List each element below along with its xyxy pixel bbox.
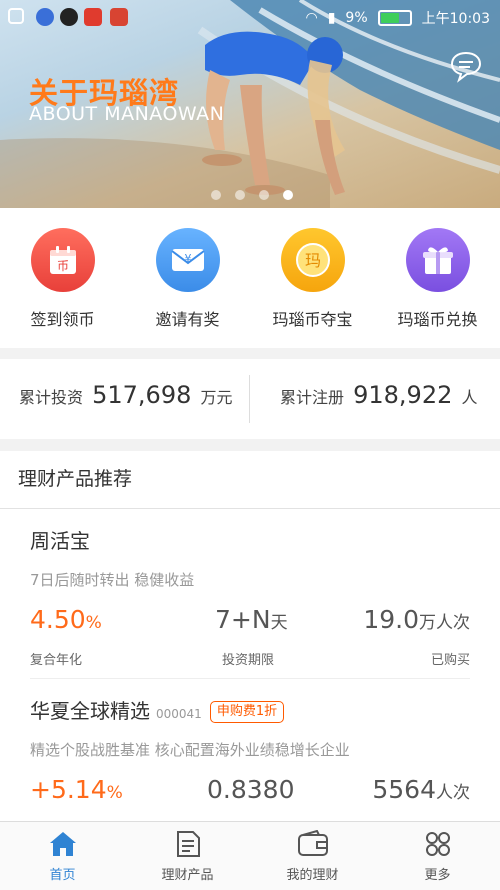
buyers-unit: 万人次: [419, 613, 470, 633]
signal-icon: ▮: [327, 10, 336, 26]
battery-percent: 9%: [345, 10, 368, 26]
grid-icon: [425, 832, 450, 856]
quick-action-label: 玛瑙币兑换: [397, 310, 478, 329]
tab-my-finance[interactable]: 我的理财: [250, 830, 375, 883]
product-rate: +5.14%: [30, 775, 123, 804]
banner-subtitle: ABOUT MANAOWAN: [29, 103, 225, 125]
document-icon: [176, 831, 200, 857]
rate-unit: %: [85, 613, 102, 633]
product-buyers: 5564人次: [372, 775, 470, 804]
term-value: 7+N: [215, 605, 271, 634]
carousel-dot-active[interactable]: [283, 190, 293, 200]
bottom-nav: 首页 理财产品 我的理财 更多: [0, 821, 500, 890]
product-buyers: 19.0万人次: [363, 605, 470, 634]
tab-label: 更多: [424, 868, 451, 883]
term-unit: 天: [270, 613, 288, 633]
coin-icon: 玛: [280, 228, 345, 292]
stat-value: 918,922: [353, 381, 453, 409]
product-name-row: 华夏全球精选 000041 申购费1折: [30, 695, 285, 724]
app-icon: [84, 8, 102, 26]
rate-value: +5.14: [30, 775, 107, 804]
tab-label: 理财产品: [161, 868, 214, 883]
wifi-icon: ◠: [305, 10, 318, 26]
tab-products[interactable]: 理财产品: [125, 830, 250, 883]
total-registered: 累计注册 918,922 人: [280, 381, 477, 409]
stat-value: 517,698: [92, 381, 192, 409]
coin-exchange-button[interactable]: 玛瑙币兑换: [375, 228, 500, 330]
product-desc: 7日后随时转出 稳健收益: [30, 571, 195, 589]
gift-icon: [405, 228, 470, 292]
product-card-zhouhuobao[interactable]: 周活宝 7日后随时转出 稳健收益 4.50% 7+N天 19.0万人次 复合年化…: [0, 509, 500, 679]
svg-text:玛: 玛: [304, 251, 320, 270]
tab-home[interactable]: 首页: [0, 830, 125, 883]
divider: [249, 375, 250, 423]
product-desc: 精选个股战胜基准 核心配置海外业绩稳增长企业: [30, 741, 350, 759]
product-code: 000041: [156, 707, 202, 721]
app-icon: [110, 8, 128, 26]
banner[interactable]: ◠ ▮ 9% 上午10:03 关于玛瑙湾 ABOUT MANAOWAN: [0, 0, 500, 208]
product-rate: 4.50%: [30, 605, 102, 634]
product-name: 华夏全球精选: [30, 699, 150, 723]
buyers-value: 5564: [372, 775, 436, 804]
status-bar: ◠ ▮ 9% 上午10:03: [0, 0, 500, 34]
coin-treasure-button[interactable]: 玛 玛瑙币夺宝: [250, 228, 375, 330]
svg-text:币: 币: [56, 259, 68, 273]
qq-icon: [60, 8, 78, 26]
screenshot-icon: [8, 8, 24, 24]
product-name: 周活宝: [30, 529, 90, 553]
home-icon: [49, 832, 76, 856]
buyers-unit: 人次: [436, 783, 470, 803]
battery-icon: [377, 10, 412, 26]
total-investment: 累计投资 517,698 万元: [19, 381, 232, 409]
browser-icon: [36, 8, 54, 26]
stat-unit: 人: [461, 388, 478, 407]
carousel-dot[interactable]: [259, 190, 269, 200]
checkin-coin-button[interactable]: 币 签到领币: [0, 228, 125, 330]
fee-badge: 申购费1折: [209, 701, 285, 723]
envelope-icon: ¥: [155, 228, 220, 292]
wallet-icon: [297, 830, 328, 856]
carousel-dot[interactable]: [211, 190, 221, 200]
carousel-dot[interactable]: [235, 190, 245, 200]
calendar-coin-icon: 币: [30, 228, 95, 292]
stats-bar: 累计投资 517,698 万元 累计注册 918,922 人: [0, 359, 500, 439]
tab-more[interactable]: 更多: [375, 830, 500, 883]
stat-label: 累计投资: [19, 388, 84, 407]
section-title: 理财产品推荐: [0, 451, 500, 509]
clock: 上午10:03: [421, 11, 490, 27]
quick-action-label: 玛瑙币夺宝: [272, 310, 353, 329]
stat-unit: 万元: [200, 388, 233, 407]
stat-label: 累计注册: [280, 388, 345, 407]
rate-label: 复合年化: [30, 653, 83, 668]
chat-icon[interactable]: [449, 49, 483, 83]
recommend-section: 理财产品推荐 周活宝 7日后随时转出 稳健收益 4.50% 7+N天 19.0万…: [0, 451, 500, 821]
term-label: 投资期限: [222, 653, 275, 668]
product-nav: 0.8380: [207, 775, 295, 804]
rate-unit: %: [106, 783, 123, 803]
quick-action-label: 签到领币: [30, 310, 95, 329]
tab-label: 首页: [49, 868, 76, 883]
invite-reward-button[interactable]: ¥ 邀请有奖: [125, 228, 250, 330]
product-card-huaxia[interactable]: 华夏全球精选 000041 申购费1折 精选个股战胜基准 核心配置海外业绩稳增长企业…: [0, 679, 500, 821]
buyers-label: 已购买: [430, 653, 470, 668]
svg-text:¥: ¥: [184, 252, 191, 265]
buyers-value: 19.0: [363, 605, 419, 634]
quick-action-label: 邀请有奖: [155, 310, 220, 329]
product-term: 7+N天: [215, 605, 288, 634]
quick-actions: 币 签到领币 ¥ 邀请有奖 玛 玛瑙币夺宝 玛瑙币兑换: [0, 208, 500, 348]
carousel-indicator[interactable]: [211, 190, 293, 200]
rate-value: 4.50: [30, 605, 86, 634]
tab-label: 我的理财: [286, 868, 339, 883]
